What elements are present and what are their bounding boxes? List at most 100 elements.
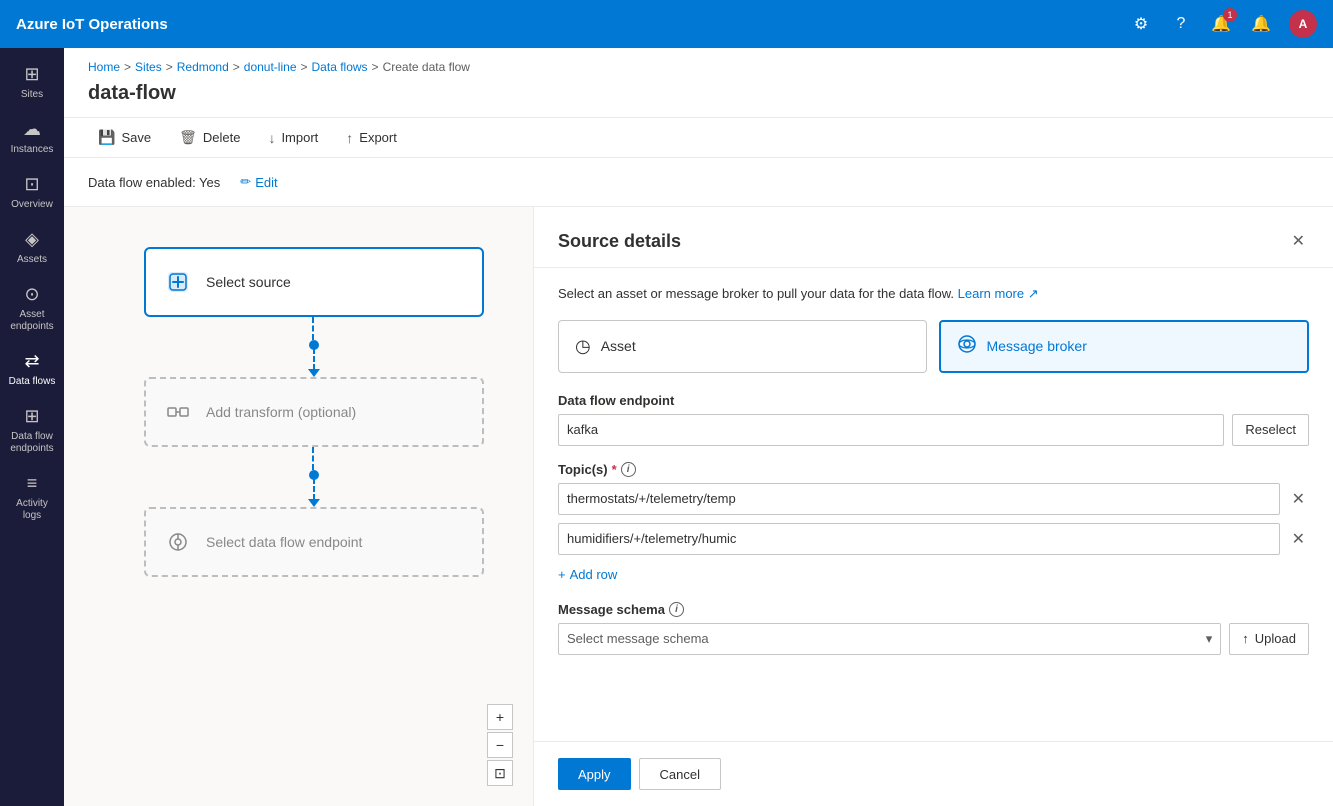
nav-icons: ⚙ ? 🔔 1 🔔 A: [1129, 10, 1317, 38]
main-content: Home > Sites > Redmond > donut-line > Da…: [64, 48, 1333, 806]
flow-node-transform[interactable]: Add transform (optional): [144, 377, 484, 447]
flow-node-endpoint[interactable]: Select data flow endpoint: [144, 507, 484, 577]
schema-chevron-icon: ▾: [1206, 631, 1213, 647]
breadcrumb-sep: >: [301, 60, 308, 74]
sidebar-item-label: Data flow endpoints: [8, 431, 56, 455]
data-flows-icon: ⇄: [24, 351, 39, 372]
sidebar-item-label: Assets: [17, 254, 47, 266]
reselect-button[interactable]: Reselect: [1232, 414, 1309, 446]
asset-type-button[interactable]: ◷ Asset: [558, 320, 927, 373]
breadcrumb-donut-line[interactable]: donut-line: [244, 60, 297, 74]
import-label: Import: [281, 130, 318, 145]
endpoint-label: Data flow endpoint: [558, 393, 1309, 408]
app-title: Azure IoT Operations: [16, 16, 1129, 33]
dataflow-enabled-label: Data flow enabled: Yes: [88, 175, 220, 190]
sidebar-item-label: Overview: [11, 199, 53, 211]
topics-label: Topic(s) * i: [558, 462, 1309, 477]
panel-title: Source details: [558, 231, 681, 252]
breadcrumb-sep: >: [166, 60, 173, 74]
endpoint-label-text: Data flow endpoint: [558, 393, 674, 408]
alerts-icon[interactable]: 🔔: [1249, 12, 1273, 36]
save-button[interactable]: 💾 Save: [88, 124, 161, 151]
avatar[interactable]: A: [1289, 10, 1317, 38]
sidebar-item-instances[interactable]: ☁ Instances: [4, 111, 60, 164]
add-row-label: Add row: [570, 567, 618, 582]
topics-field-group: Topic(s) * i ✕ ✕ +: [558, 462, 1309, 586]
sidebar-item-label: Activity logs: [8, 498, 56, 522]
edit-label: Edit: [255, 175, 277, 190]
upload-label: Upload: [1255, 631, 1296, 646]
settings-icon[interactable]: ⚙: [1129, 12, 1153, 36]
message-schema-label-text: Message schema: [558, 602, 665, 617]
save-label: Save: [121, 130, 151, 145]
endpoint-row: Reselect: [558, 414, 1309, 446]
edit-button[interactable]: ✏ Edit: [232, 170, 285, 194]
schema-info-icon[interactable]: i: [669, 602, 684, 617]
canvas-panel-area: Select source: [64, 207, 1333, 806]
topics-info-icon[interactable]: i: [621, 462, 636, 477]
sidebar-item-assets[interactable]: ◈ Assets: [4, 221, 60, 274]
topic-row-1: ✕: [558, 483, 1309, 515]
message-broker-type-button[interactable]: Message broker: [939, 320, 1310, 373]
export-icon: ↑: [346, 130, 353, 146]
sidebar-item-activity-logs[interactable]: ≡ Activity logs: [4, 465, 60, 530]
breadcrumb-sep: >: [233, 60, 240, 74]
source-node-label: Select source: [206, 274, 291, 290]
fit-button[interactable]: ⊡: [487, 760, 513, 786]
import-button[interactable]: ↓ Import: [258, 125, 328, 151]
endpoint-node-icon: [162, 526, 194, 558]
flow-status-section: Data flow enabled: Yes ✏ Edit: [64, 158, 1333, 207]
add-row-icon: +: [558, 567, 566, 582]
breadcrumb-data-flows[interactable]: Data flows: [312, 60, 368, 74]
data-flow-endpoints-icon: ⊞: [24, 406, 39, 427]
flow-canvas-inner: Select source: [144, 247, 484, 577]
upload-icon: ↑: [1242, 631, 1249, 646]
notifications-icon[interactable]: 🔔 1: [1209, 12, 1233, 36]
topic-input-2[interactable]: [558, 523, 1280, 555]
apply-button[interactable]: Apply: [558, 758, 631, 790]
transform-node-label: Add transform (optional): [206, 404, 356, 420]
page-title: data-flow: [88, 82, 1309, 117]
zoom-in-button[interactable]: +: [487, 704, 513, 730]
remove-topic-2-button[interactable]: ✕: [1288, 525, 1309, 553]
toolbar: 💾 Save 🗑 Delete ↓ Import ↑ Export: [64, 117, 1333, 158]
flow-node-source[interactable]: Select source: [144, 247, 484, 317]
sidebar-item-sites[interactable]: ⊞ Sites: [4, 56, 60, 109]
sidebar: ⊞ Sites ☁ Instances ⊡ Overview ◈ Assets …: [0, 48, 64, 806]
schema-select-wrapper: Select message schema ▾ ↑ Upload: [558, 623, 1309, 655]
breadcrumb-area: Home > Sites > Redmond > donut-line > Da…: [64, 48, 1333, 117]
schema-select[interactable]: Select message schema ▾: [558, 623, 1221, 655]
source-node-icon: [162, 266, 194, 298]
flow-connector-1: [308, 317, 320, 377]
learn-more-link[interactable]: Learn more ↗: [958, 286, 1039, 301]
export-label: Export: [359, 130, 397, 145]
app-body: ⊞ Sites ☁ Instances ⊡ Overview ◈ Assets …: [0, 48, 1333, 806]
sidebar-item-label: Instances: [11, 144, 54, 156]
save-icon: 💾: [98, 129, 115, 146]
sidebar-item-data-flow-endpoints[interactable]: ⊞ Data flow endpoints: [4, 398, 60, 463]
delete-button[interactable]: 🗑 Delete: [169, 124, 250, 151]
breadcrumb-redmond[interactable]: Redmond: [177, 60, 229, 74]
message-broker-icon: [957, 334, 977, 359]
zoom-out-button[interactable]: −: [487, 732, 513, 758]
remove-topic-1-button[interactable]: ✕: [1288, 485, 1309, 513]
asset-type-icon: ◷: [575, 336, 591, 357]
endpoint-field-group: Data flow endpoint Reselect: [558, 393, 1309, 446]
panel-close-button[interactable]: ✕: [1288, 227, 1309, 255]
sidebar-item-data-flows[interactable]: ⇄ Data flows: [4, 343, 60, 396]
sidebar-item-overview[interactable]: ⊡ Overview: [4, 166, 60, 219]
topic-input-1[interactable]: [558, 483, 1280, 515]
help-icon[interactable]: ?: [1169, 12, 1193, 36]
sites-icon: ⊞: [24, 64, 39, 85]
breadcrumb-sites[interactable]: Sites: [135, 60, 162, 74]
breadcrumb-sep: >: [372, 60, 379, 74]
add-row-button[interactable]: + Add row: [558, 563, 617, 586]
transform-node-icon: [162, 396, 194, 428]
cancel-button[interactable]: Cancel: [639, 758, 721, 790]
upload-button[interactable]: ↑ Upload: [1229, 623, 1309, 655]
endpoint-node-label: Select data flow endpoint: [206, 534, 362, 550]
endpoint-input[interactable]: [558, 414, 1224, 446]
export-button[interactable]: ↑ Export: [336, 125, 407, 151]
breadcrumb-home[interactable]: Home: [88, 60, 120, 74]
sidebar-item-asset-endpoints[interactable]: ⊙ Asset endpoints: [4, 276, 60, 341]
